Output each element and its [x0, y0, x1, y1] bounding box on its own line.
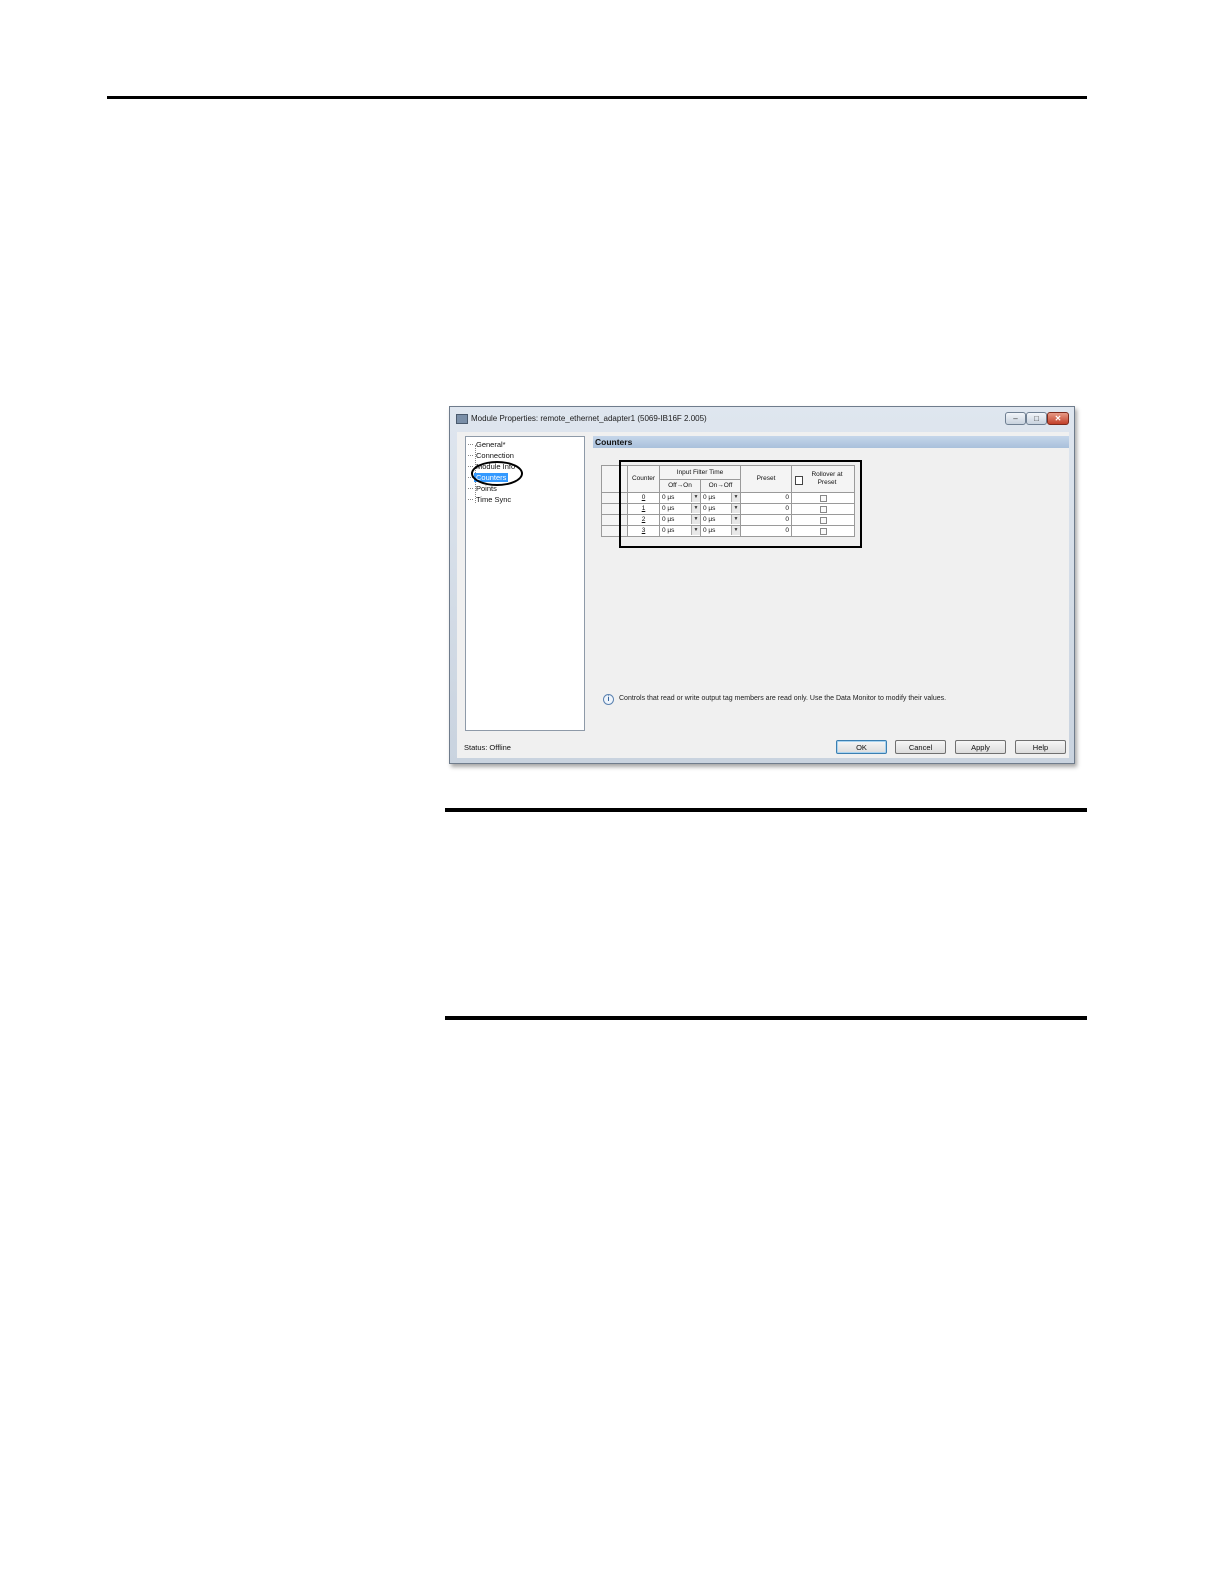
cancel-button[interactable]: Cancel — [895, 740, 946, 754]
category-tree: General* Connection Module Info Counters… — [465, 436, 585, 731]
tree-item-time-sync[interactable]: Time Sync — [467, 495, 513, 504]
callout-rectangle — [619, 460, 862, 548]
help-button[interactable]: Help — [1015, 740, 1066, 754]
apply-button[interactable]: Apply — [955, 740, 1006, 754]
tree-item-connection[interactable]: Connection — [468, 451, 516, 460]
top-rule — [107, 96, 1087, 99]
module-properties-dialog: Module Properties: remote_ethernet_adapt… — [449, 406, 1075, 764]
maximize-button[interactable]: □ — [1026, 412, 1047, 425]
info-message: Controls that read or write output tag m… — [619, 695, 947, 702]
app-icon — [456, 414, 468, 424]
title-bar[interactable]: Module Properties: remote_ethernet_adapt… — [450, 407, 1074, 431]
tree-item-general[interactable]: General* — [468, 440, 508, 449]
close-button[interactable]: ✕ — [1047, 412, 1069, 425]
dialog-client: General* Connection Module Info Counters… — [457, 432, 1069, 758]
bottom-rule — [445, 1016, 1087, 1020]
panel-title: Counters — [593, 436, 1069, 448]
ok-button[interactable]: OK — [836, 740, 887, 754]
window-title: Module Properties: remote_ethernet_adapt… — [471, 414, 707, 423]
info-icon: i — [603, 694, 614, 705]
callout-oval — [471, 461, 523, 486]
minimize-button[interactable]: – — [1005, 412, 1026, 425]
status-text: Status: Offline — [464, 743, 511, 752]
middle-rule — [445, 808, 1087, 812]
